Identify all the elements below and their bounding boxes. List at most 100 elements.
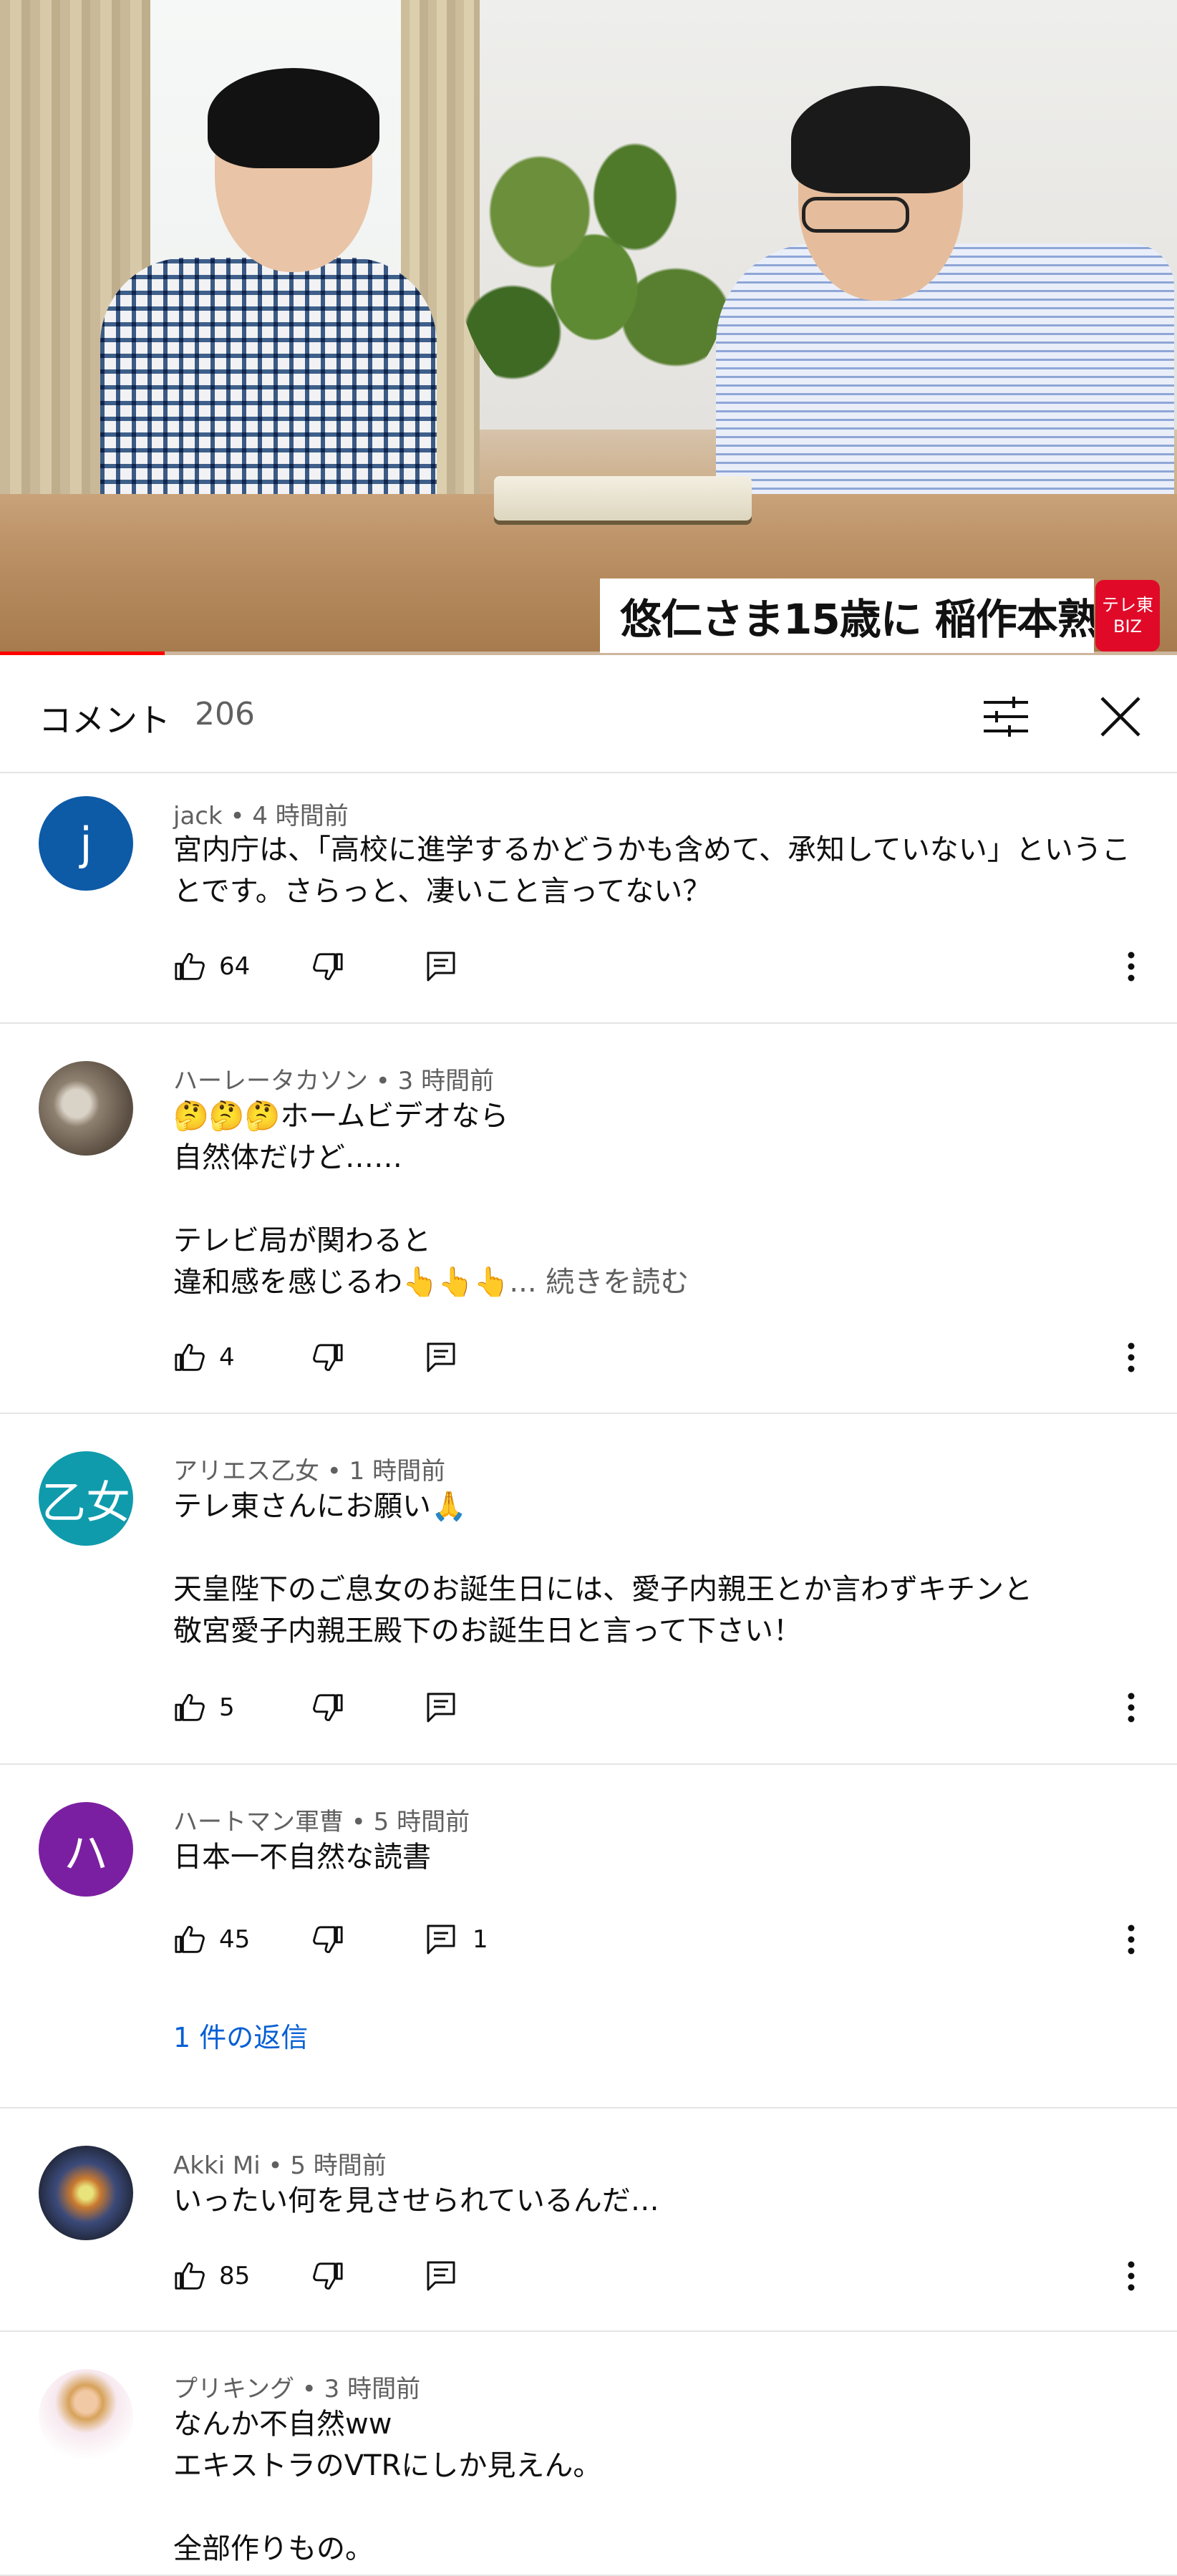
comment-text-line: 敬宮愛子内親王殿下のお誕生日と言って下さい！	[173, 1614, 802, 1647]
comment-actions: 4	[173, 1336, 1147, 1379]
sort-filter-button[interactable]	[974, 684, 1038, 749]
avatar[interactable]	[39, 1061, 133, 1156]
avatar[interactable]: ハ	[39, 1802, 133, 1897]
comments-title: コメント	[39, 701, 170, 740]
video-person-right-hair	[791, 86, 970, 193]
more-vert-icon	[1127, 1924, 1135, 1955]
comment-item: プリキング • 3 時間前 なんか不自然ww エキストラのVTRにしか見えん。 全部…	[0, 2332, 1177, 2576]
comment-author[interactable]: jack	[173, 802, 223, 831]
thumbs-down-icon	[311, 2260, 344, 2292]
comment-text-line: 宮内庁は、「高校に進学するかどうかも含めて、承知していない」ということです。さら…	[173, 833, 1130, 908]
like-button[interactable]: 45	[173, 1918, 250, 1961]
comment-meta: Akki Mi • 5 時間前	[173, 2146, 387, 2181]
sliders-icon	[981, 695, 1031, 738]
comment-text-line: エキストラのVTRにしか見えん。	[173, 2449, 602, 2482]
comment-author[interactable]: アリエス乙女	[173, 1457, 319, 1486]
comment-text-line	[173, 1527, 1147, 1569]
thumbs-down-icon	[311, 1923, 344, 1956]
video-plant	[458, 122, 730, 422]
dislike-button[interactable]	[306, 2255, 349, 2297]
comment-body: 🤔🤔🤔ホームビデオなら 自然体だけど…… テレビ局が関わると違和感を感じるわ👆👆👆.…	[173, 1095, 1147, 1303]
comment-text-line: 違和感を感じるわ👆👆👆	[173, 1266, 510, 1299]
avatar-initial: ハ	[63, 1827, 108, 1879]
close-comments-button[interactable]	[1088, 684, 1153, 749]
meta-separator: •	[260, 2151, 291, 2180]
more-vert-icon	[1127, 1342, 1135, 1373]
like-button[interactable]: 64	[173, 945, 250, 988]
comment-item: Akki Mi • 5 時間前 いったい何を見させられているんだ… 85	[0, 2108, 1177, 2332]
meta-separator: •	[344, 1808, 374, 1836]
view-replies-link[interactable]: 1 件の返信	[173, 2015, 308, 2055]
meta-separator: •	[368, 1067, 398, 1095]
dislike-button[interactable]	[306, 1918, 349, 1961]
avatar[interactable]: j	[39, 796, 133, 891]
like-count: 85	[219, 2262, 251, 2290]
comment-text-line: いったい何を見させられているんだ…	[173, 2184, 659, 2217]
like-count: 64	[219, 952, 251, 981]
comment-time: 5 時間前	[373, 1808, 470, 1836]
reply-button[interactable]	[425, 945, 473, 988]
like-button[interactable]: 85	[173, 2255, 250, 2297]
comment-author[interactable]: プリキング	[173, 2375, 294, 2403]
like-count: 4	[219, 1343, 235, 1372]
comment-time: 1 時間前	[349, 1457, 446, 1486]
comment-author[interactable]: Akki Mi	[173, 2151, 261, 2180]
reply-button[interactable]	[425, 1336, 473, 1379]
channel-badge-line-1: テレ東	[1102, 595, 1153, 615]
comment-meta: プリキング • 3 時間前	[173, 2369, 420, 2404]
dislike-button[interactable]	[306, 1686, 349, 1729]
dislike-button[interactable]	[306, 1336, 349, 1379]
more-actions-button[interactable]	[1117, 1686, 1145, 1729]
comment-text-line: テレビ局が関わると	[173, 1224, 431, 1257]
thumbs-down-icon	[311, 1341, 344, 1374]
avatar[interactable]	[39, 2146, 133, 2240]
comment-author[interactable]: ハートマン軍曹	[173, 1808, 344, 1836]
more-vert-icon	[1127, 1692, 1135, 1723]
video-glasses	[802, 197, 909, 233]
more-actions-button[interactable]	[1117, 945, 1145, 988]
meta-separator: •	[222, 802, 253, 831]
meta-separator: •	[294, 2375, 324, 2403]
meta-separator: •	[319, 1457, 349, 1486]
reply-button[interactable]	[425, 1686, 473, 1729]
comment-time: 3 時間前	[324, 2375, 421, 2403]
comment-text-line: 🤔🤔🤔ホームビデオなら	[173, 1100, 509, 1133]
comment-meta: ハーレータカソン • 3 時間前	[173, 1061, 494, 1096]
video-person-left-hair	[208, 68, 379, 168]
more-actions-button[interactable]	[1117, 1336, 1145, 1379]
reply-icon	[425, 1341, 457, 1374]
more-vert-icon	[1127, 2260, 1135, 2292]
reply-icon	[425, 950, 457, 983]
comments-header: コメント 206	[0, 656, 1177, 773]
reply-icon	[425, 1691, 457, 1724]
reply-button[interactable]	[425, 2255, 473, 2297]
read-more-link[interactable]: ... 続きを読む	[509, 1266, 689, 1299]
video-player[interactable]: 悠仁さま15歳に 稲作本熟読 テレ東 BIZ	[0, 0, 1177, 655]
comment-text-line: 自然体だけど……	[173, 1141, 402, 1174]
comment-actions: 64	[173, 945, 1147, 988]
like-button[interactable]: 4	[173, 1336, 235, 1379]
comment-author[interactable]: ハーレータカソン	[173, 1067, 368, 1095]
video-book	[494, 476, 752, 520]
more-actions-button[interactable]	[1117, 2255, 1145, 2297]
channel-badge: テレ東 BIZ	[1095, 580, 1160, 652]
comment-meta: アリエス乙女 • 1 時間前	[173, 1451, 445, 1486]
dislike-button[interactable]	[306, 945, 349, 988]
like-button[interactable]: 5	[173, 1686, 235, 1729]
video-progress-bar[interactable]	[0, 652, 1177, 655]
avatar[interactable]: 乙女	[39, 1451, 133, 1546]
video-progress-fill	[0, 652, 165, 655]
comment-item: j jack • 4 時間前 宮内庁は、「高校に進学するかどうかも含めて、承知し…	[0, 773, 1177, 1024]
avatar[interactable]	[39, 2369, 133, 2464]
like-count: 5	[219, 1693, 235, 1722]
comment-text-line: テレ東さんにお願い🙏	[173, 1490, 467, 1523]
reply-button[interactable]: 1	[425, 1918, 488, 1961]
comment-text-line	[173, 1178, 1147, 1220]
comment-text-line: なんか不自然ww	[173, 2408, 392, 2441]
comment-time: 4 時間前	[252, 802, 349, 831]
video-person-right	[716, 243, 1174, 515]
thumbs-up-icon	[173, 950, 206, 983]
comment-text-line: 全部作りもの。	[173, 2532, 374, 2565]
comment-body: テレ東さんにお願い🙏 天皇陛下のご息女のお誕生日には、愛子内親王とか言わずキチンと…	[173, 1486, 1147, 1652]
more-actions-button[interactable]	[1117, 1918, 1145, 1961]
